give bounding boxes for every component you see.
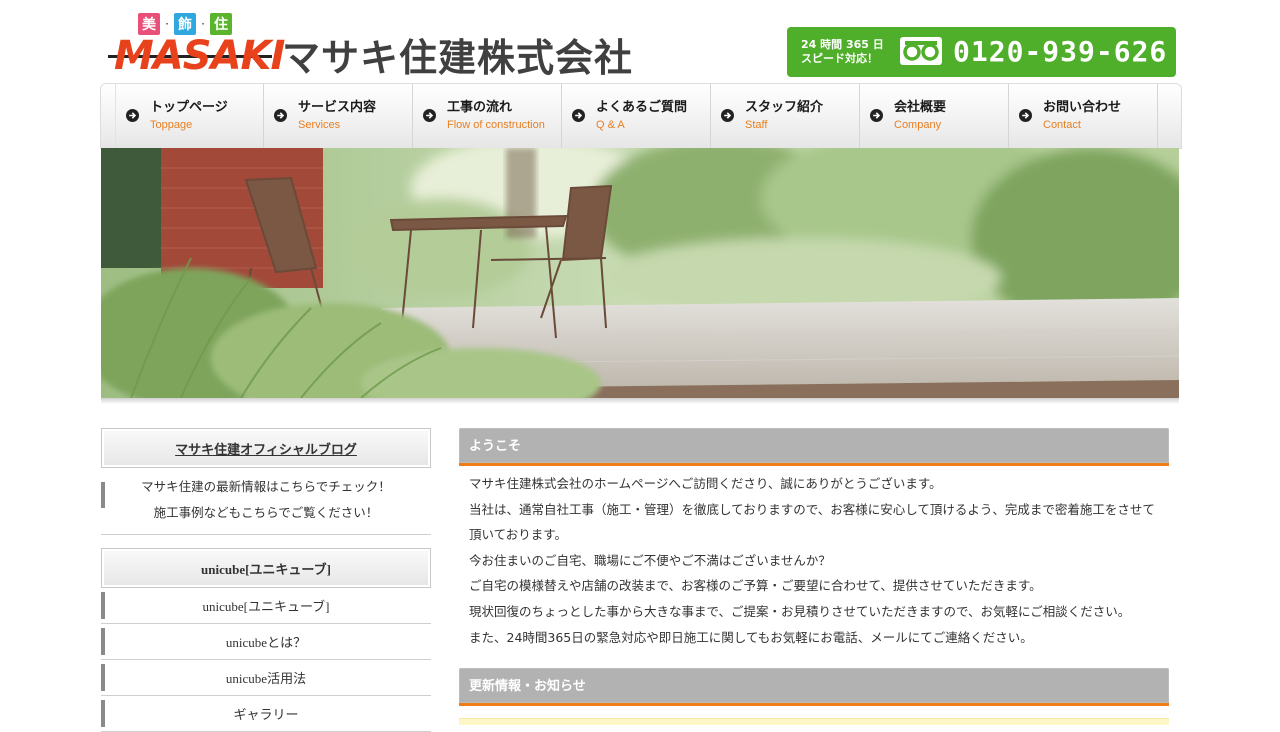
company-name: マサキ住建株式会社 [282,36,634,80]
arrow-right-circle-icon [721,109,734,122]
welcome-paragraph: 当社は、通常自社工事（施工・管理）を徹底しておりますので、お客様に安心して頂ける… [469,501,1155,543]
side-marker [101,592,105,619]
unicube-section-title: unicube[ユニキューブ] [201,561,331,577]
nav-item-contact[interactable]: お問い合わせ Contact [1009,84,1158,148]
welcome-paragraph: 現状回復のちょっとした事から大きな事まで、ご提案・お見積りさせていただきますので… [469,603,1131,619]
nav-item-company[interactable]: 会社概要 Company [860,84,1009,148]
hero-image [101,148,1179,398]
nav-label-jp: スタッフ紹介 [745,100,824,115]
nav-item-staff[interactable]: スタッフ紹介 Staff [711,84,860,148]
arrow-right-circle-icon [1019,109,1032,122]
arrow-right-circle-icon [274,109,287,122]
welcome-paragraph: ご自宅の模様替えや店舗の改装まで、お客様のご予算・ご要望に合わせて、提供させてい… [469,578,1042,594]
free-dial-icon [900,37,942,65]
side-marker [101,700,105,727]
blog-link[interactable]: マサキ住建オフィシャルブログ [175,439,357,458]
logo-kanji-ju: 住 [210,13,232,35]
sidebar: マサキ住建オフィシャルブログ マサキ住建の最新情報はこちらでチェック！ 施工事例… [101,428,431,732]
arrow-right-circle-icon [423,109,436,122]
nav-item-flow[interactable]: 工事の流れ Flow of construction [413,84,562,148]
nav-item-services[interactable]: サービス内容 Services [264,84,413,148]
sidebar-item-unicube[interactable]: unicube[ユニキューブ] [101,588,431,624]
side-marker [101,664,105,691]
logo-wordmark-text: MASAKI [114,33,285,79]
logo-kanji-shoku: 飾 [174,13,196,35]
site-logo[interactable]: 美 · 飾 · 住 MASAKI [108,12,285,78]
sidebar-item-about[interactable]: unicubeとは？ [101,624,431,660]
nav-label-jp: 会社概要 [894,100,947,115]
support-note: 24 時間 365 日 スピード対応！ [801,38,884,66]
hero-shadow [101,398,1179,404]
support-note-line1: 24 時間 365 日 [801,38,884,51]
nav-label-en: Company [894,119,942,131]
blog-link-header[interactable]: マサキ住建オフィシャルブログ [101,428,431,468]
side-marker [101,628,105,655]
sidebar-item-usage[interactable]: unicube活用法 [101,660,431,696]
logo-dot: · [201,17,205,31]
nav-label-jp: 工事の流れ [447,100,513,115]
main-content: ようこそ マサキ住建株式会社のホームページへご訪問くださり、誠にありがとうござい… [459,428,1169,726]
news-heading: 更新情報・お知らせ [459,668,1169,707]
sidebar-item-gallery[interactable]: ギャラリー [101,696,431,732]
garden-deck-photo [101,148,1179,398]
nav-label-jp: よくあるご質問 [596,100,688,115]
arrow-right-circle-icon [870,109,883,122]
welcome-paragraph: マサキ住建株式会社のホームページへご訪問くださり、誠にありがとうございます。 [469,476,942,491]
blog-text-line2: 施工事例などもこちらでご覧ください！ [153,505,379,520]
nav-label-en: Contact [1043,119,1081,131]
sidebar-item-label: ギャラリー [233,707,299,722]
welcome-heading: ようこそ [459,428,1169,466]
unicube-section-header: unicube[ユニキューブ] [101,548,431,588]
support-note-line2: スピード対応！ [801,52,878,65]
main-navigation: トップページ Toppage サービス内容 Services 工事の流れ Flo… [100,83,1182,149]
nav-label-jp: サービス内容 [298,100,377,115]
phone-banner[interactable]: 24 時間 365 日 スピード対応！ 0120-939-626 [787,27,1176,77]
blog-text-line1: マサキ住建の最新情報はこちらでチェック！ [141,479,391,494]
nav-label-jp: お問い合わせ [1043,100,1122,115]
arrow-right-circle-icon [126,109,139,122]
welcome-paragraph: 今お住まいのご自宅、職場にご不便やご不満はございませんか？ [469,552,831,568]
sidebar-item-label: unicube活用法 [225,671,307,686]
nav-label-en: Flow of construction [447,119,545,131]
welcome-paragraph: また、24時間365日の緊急対応や即日施工に関してもお気軽にお電話、メールにてご… [469,629,1033,645]
nav-item-faq[interactable]: よくあるご質問 Q & A [562,84,711,148]
phone-number[interactable]: 0120-939-626 [953,33,1167,71]
nav-label-en: Staff [745,119,768,131]
page: 美 · 飾 · 住 MASAKI マサキ住建株式会社 24 時間 365 日 ス… [0,0,1280,732]
nav-label-en: Q & A [596,119,625,131]
side-marker [101,482,105,508]
nav-label-jp: トップページ [150,100,228,115]
sidebar-item-label: unicube[ユニキューブ] [202,599,330,614]
logo-wordmark: MASAKI [108,36,285,76]
nav-label-en: Services [298,119,341,131]
welcome-body: マサキ住建株式会社のホームページへご訪問くださり、誠にありがとうございます。 当… [459,466,1169,656]
logo-dot: · [165,17,169,31]
logo-kanji-bi: 美 [138,13,160,35]
sidebar-item-label: unicubeとは？ [225,635,307,650]
nav-label-en: Toppage [150,119,193,131]
blog-description: マサキ住建の最新情報はこちらでチェック！ 施工事例などもこちらでご覧ください！ [101,468,431,535]
nav-item-toppage[interactable]: トップページ Toppage [115,84,264,148]
arrow-right-circle-icon [572,109,585,122]
news-list-top [459,718,1169,726]
